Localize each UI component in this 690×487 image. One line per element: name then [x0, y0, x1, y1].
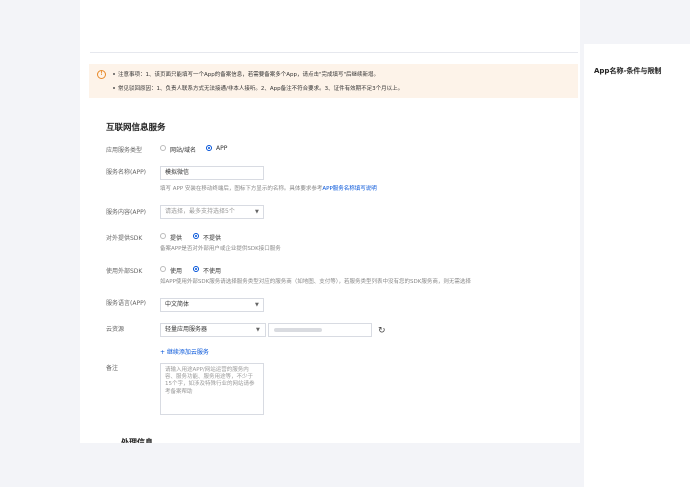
- top-divider: [90, 52, 578, 53]
- service-content-label: 服务内容(APP): [106, 209, 147, 216]
- radio-not-use-sdk-label[interactable]: 不使用: [203, 266, 221, 275]
- use-sdk-label: 使用外部SDK: [106, 268, 143, 275]
- service-name-hint: 填写 APP 安装在移动终端后，图标下方显示的名称。具体要求参考APP服务名称填…: [160, 186, 377, 192]
- service-name-input[interactable]: 模拟微信: [160, 166, 264, 180]
- radio-website[interactable]: [160, 145, 166, 151]
- bottom-gutter: [80, 443, 580, 487]
- chevron-down-icon[interactable]: ▼: [256, 327, 260, 333]
- service-content-select[interactable]: 请选择，最多支持选择5个: [160, 205, 264, 219]
- radio-provide-sdk-label[interactable]: 提供: [170, 233, 182, 242]
- language-select[interactable]: 中文简体: [160, 298, 264, 312]
- radio-app-label[interactable]: APP: [216, 145, 227, 152]
- name-guide-link[interactable]: APP服务名称填写说明: [322, 186, 376, 192]
- right-panel-title: App名称-条件与限制: [594, 67, 662, 75]
- radio-use-sdk[interactable]: [160, 266, 166, 272]
- service-name-label: 服务名称(APP): [106, 169, 147, 176]
- language-label: 服务语言(APP): [106, 300, 147, 307]
- external-sdk-label: 对外提供SDK: [106, 235, 143, 242]
- chevron-down-icon[interactable]: ▼: [255, 302, 259, 308]
- use-sdk-hint: 如APP使用外部SDK服务请选择服务类型对应的服务商（如地图、支付等），若服务类…: [160, 279, 471, 285]
- radio-not-use-sdk[interactable]: [193, 266, 199, 272]
- external-sdk-hint: 备案APP是否对外部用户或企业提供SDK接口服务: [160, 246, 281, 252]
- remark-label: 备注: [106, 365, 119, 372]
- left-gutter: [0, 0, 80, 487]
- service-type-label: 应用服务类型: [106, 147, 143, 154]
- notice-line-1: 注意事项：1、该页面只能填写一个App的备案信息，若需要备案多个App，请点击"…: [118, 72, 380, 78]
- refresh-icon[interactable]: ↻: [378, 326, 386, 336]
- cloud-type-select[interactable]: 轻量应用服务器: [160, 323, 266, 337]
- radio-not-provide-sdk-label[interactable]: 不提供: [203, 233, 221, 242]
- next-section-title: 处理信息: [121, 438, 153, 443]
- radio-app[interactable]: [206, 145, 212, 151]
- bullet-dot: [113, 87, 115, 89]
- remark-textarea[interactable]: 请输入用途APP/网站运营的服务内容、服务功能、服务用途等，不少于15个字，如涉…: [160, 363, 264, 415]
- radio-use-sdk-label[interactable]: 使用: [170, 266, 182, 275]
- cloud-label: 云资源: [106, 326, 125, 333]
- radio-provide-sdk[interactable]: [160, 233, 166, 239]
- add-cloud-service-link[interactable]: + 继续添加云服务: [160, 347, 209, 356]
- bullet-dot: [113, 73, 115, 75]
- redacted-instance-id: [274, 328, 322, 332]
- radio-not-provide-sdk[interactable]: [193, 233, 199, 239]
- notice-line-2: 常见驳回原因：1、负责人联系方式无法接通/非本人接听。2、App备注不符合要求。…: [118, 86, 404, 92]
- info-circle-icon: !: [97, 70, 106, 79]
- radio-website-label[interactable]: 网站/域名: [170, 145, 196, 154]
- section-title: 互联网信息服务: [106, 123, 166, 133]
- right-side-card: [584, 44, 690, 487]
- chevron-down-icon[interactable]: ▼: [255, 209, 259, 215]
